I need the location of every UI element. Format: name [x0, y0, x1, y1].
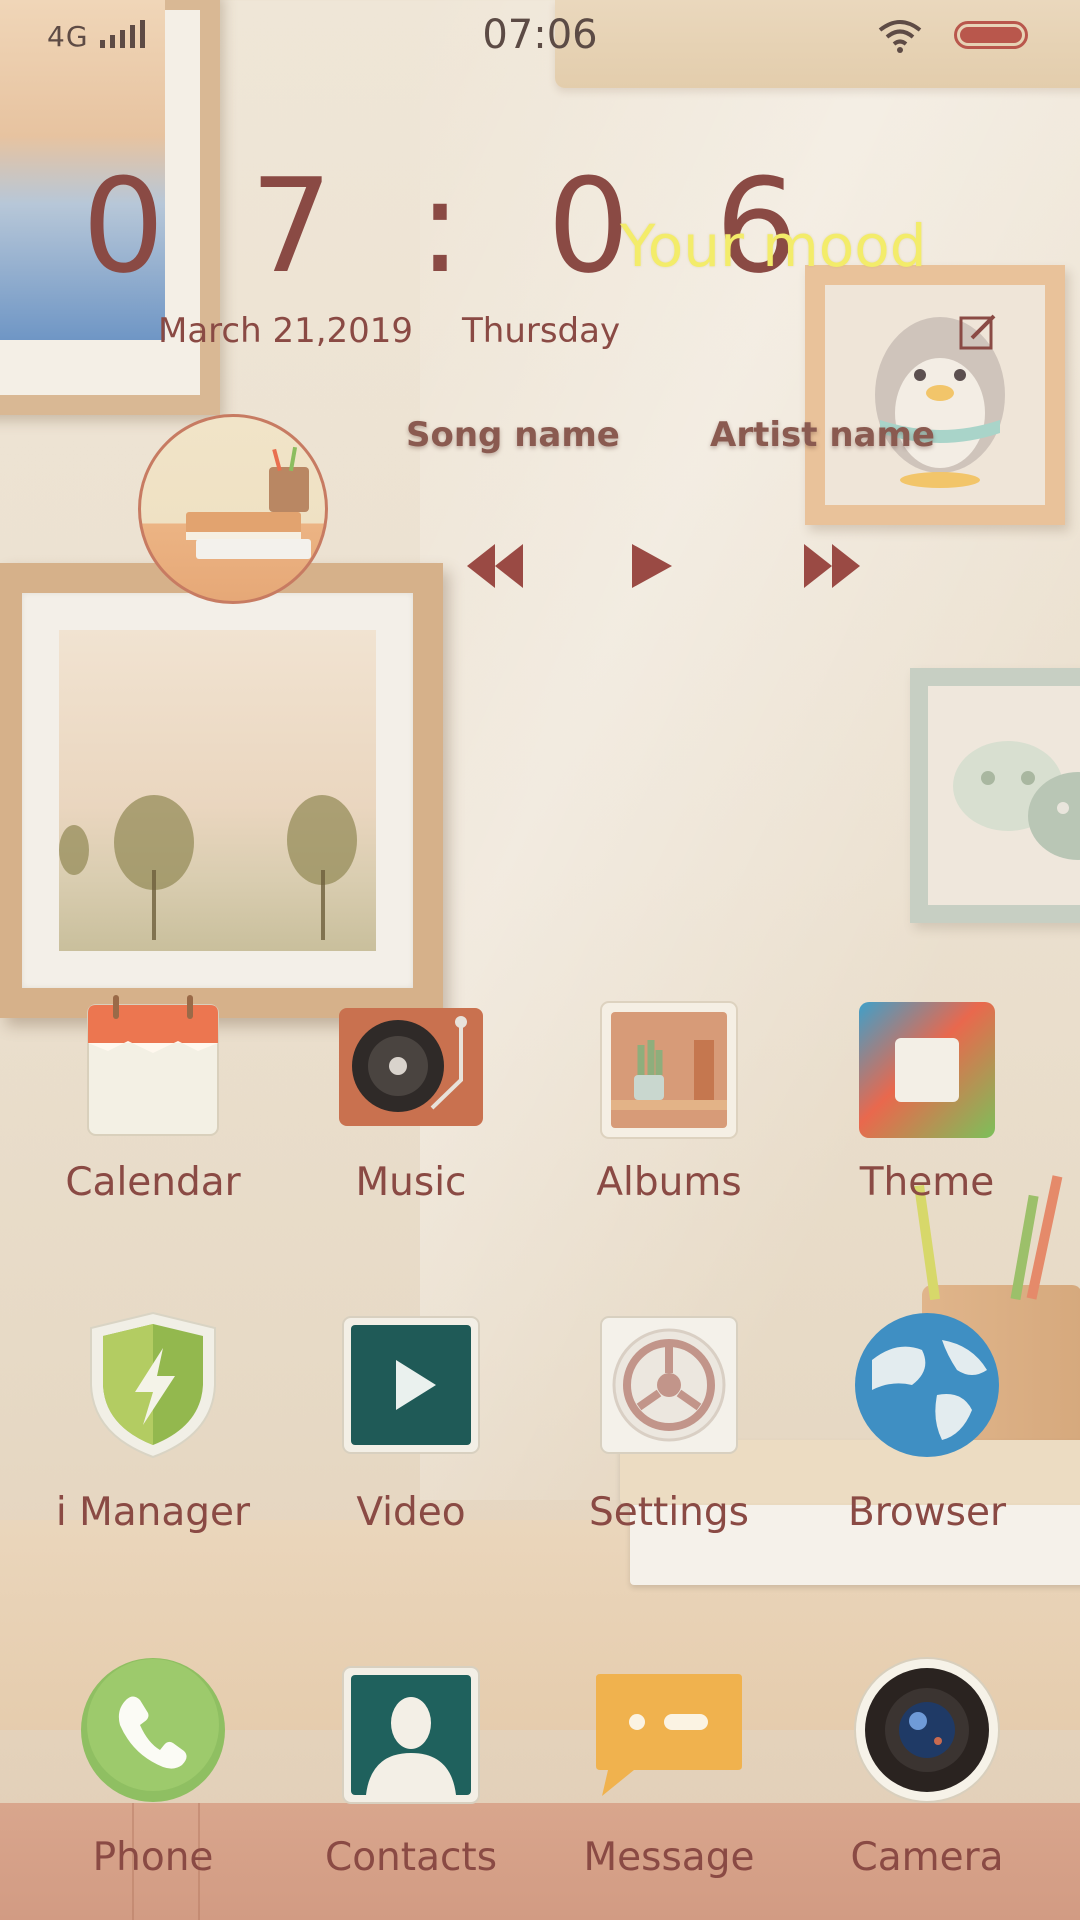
wallpaper-frame-landscape [0, 563, 443, 1018]
wifi-icon [878, 20, 922, 53]
song-name: Song name [406, 415, 620, 455]
app-label: Settings [589, 1490, 749, 1535]
app-label: Albums [596, 1160, 742, 1205]
message-icon [596, 1674, 742, 1796]
theme-icon [859, 1002, 995, 1138]
dock-label: Message [583, 1835, 755, 1880]
dock-label: Contacts [324, 1835, 498, 1880]
play-icon[interactable] [630, 542, 674, 590]
clock-widget-date: March 21,2019 [158, 311, 414, 351]
dock-label: Phone [92, 1835, 214, 1880]
album-art[interactable] [138, 414, 328, 604]
calendar-icon [87, 995, 219, 1136]
app-label: Video [356, 1490, 466, 1535]
contacts-icon [342, 1666, 480, 1804]
app-label: Music [355, 1160, 467, 1205]
mood-label[interactable]: Your mood [620, 212, 927, 280]
browser-icon [855, 1313, 999, 1457]
video-icon [342, 1316, 480, 1454]
camera-icon [854, 1657, 1000, 1803]
music-icon [339, 1008, 483, 1126]
artist-name: Artist name [710, 415, 935, 455]
i-manager-icon [90, 1311, 216, 1459]
app-label: Browser [847, 1490, 1007, 1535]
app-label: Theme [859, 1160, 995, 1205]
app-label: i Manager [55, 1490, 251, 1535]
next-track-icon[interactable] [800, 542, 862, 590]
wallpaper-frame-penguin [805, 265, 1065, 525]
albums-icon [600, 1001, 738, 1139]
clock-widget-weekday: Thursday [462, 311, 621, 351]
previous-track-icon[interactable] [465, 542, 527, 590]
app-label: Calendar [65, 1160, 241, 1205]
edit-mood-icon[interactable] [958, 312, 998, 352]
phone-icon [81, 1658, 225, 1802]
dock-label: Camera [850, 1835, 1004, 1880]
wallpaper-frame-chat [910, 668, 1080, 923]
battery-icon [954, 21, 1028, 49]
settings-icon [600, 1316, 738, 1454]
